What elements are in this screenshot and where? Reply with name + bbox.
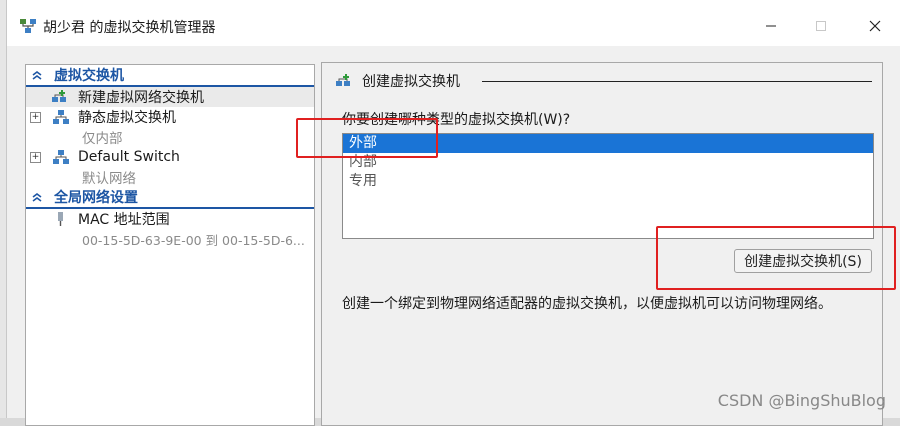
window-title: 胡少君 的虚拟交换机管理器 (43, 20, 216, 36)
switch-icon (53, 110, 69, 124)
tree-item-new-switch[interactable]: 新建虚拟网络交换机 (26, 87, 314, 107)
tree-item-label: Default Switch (78, 149, 180, 165)
tree-item-label: MAC 地址范围 (78, 212, 170, 228)
tree-item-label: 新建虚拟网络交换机 (78, 90, 204, 106)
section-virtual-switches[interactable]: 虚拟交换机 (26, 65, 314, 87)
watermark: CSDN @BingShuBlog (717, 391, 886, 410)
switch-tree-pane: 虚拟交换机 新建虚拟网络交换机 + 静态虚拟交换机 仅内部 + Default … (25, 64, 315, 426)
tree-item-sublabel: 00-15-5D-63-9E-00 到 00-15-5D-6... (82, 232, 305, 248)
section-label: 全局网络设置 (54, 190, 138, 206)
maximize-button[interactable] (801, 12, 841, 40)
tree-item-default-sub: 默认网络 (26, 167, 314, 187)
pane-header: 创建虚拟交换机 (334, 71, 460, 91)
tree-item-default-switch[interactable]: + Default Switch (26, 147, 314, 167)
collapse-chevron-icon[interactable] (30, 70, 44, 80)
tree-item-sublabel: 仅内部 (82, 131, 123, 147)
switch-icon (53, 150, 69, 164)
tree-item-static-sub: 仅内部 (26, 127, 314, 147)
header-divider (482, 81, 872, 82)
close-button[interactable] (855, 12, 895, 40)
annotation-box-create-button (656, 226, 896, 290)
section-label: 虚拟交换机 (54, 68, 124, 84)
expand-plus-icon[interactable]: + (30, 111, 41, 123)
network-adapter-icon (58, 212, 63, 226)
collapse-chevron-icon[interactable] (30, 192, 44, 202)
switch-type-description: 创建一个绑定到物理网络适配器的虚拟交换机，以便虚拟机可以访问物理网络。 (342, 296, 832, 312)
minimize-icon (766, 25, 776, 27)
expand-plus-icon[interactable]: + (30, 151, 41, 163)
annotation-box-external (296, 118, 438, 158)
tree-item-mac-range[interactable]: MAC 地址范围 (26, 209, 314, 229)
maximize-icon (816, 21, 826, 31)
tree-item-sublabel: 默认网络 (82, 171, 136, 187)
tree-item-static-switch[interactable]: + 静态虚拟交换机 (26, 107, 314, 127)
pane-title: 创建虚拟交换机 (362, 74, 460, 90)
virtual-switch-manager-window: 胡少君 的虚拟交换机管理器 虚拟交换机 新建虚拟网络交换机 + 静态虚拟交换机 … (6, 0, 900, 426)
new-switch-icon (52, 90, 66, 102)
section-global-network-settings[interactable]: 全局网络设置 (26, 187, 314, 209)
close-icon (869, 20, 881, 32)
network-switch-icon (20, 19, 36, 33)
new-switch-icon (336, 74, 350, 86)
title-bar: 胡少君 的虚拟交换机管理器 (7, 0, 900, 46)
minimize-button[interactable] (751, 12, 791, 40)
option-private[interactable]: 专用 (343, 172, 873, 191)
tree-item-label: 静态虚拟交换机 (78, 110, 176, 126)
tree-item-mac-sub: 00-15-5D-63-9E-00 到 00-15-5D-6... (26, 229, 314, 249)
